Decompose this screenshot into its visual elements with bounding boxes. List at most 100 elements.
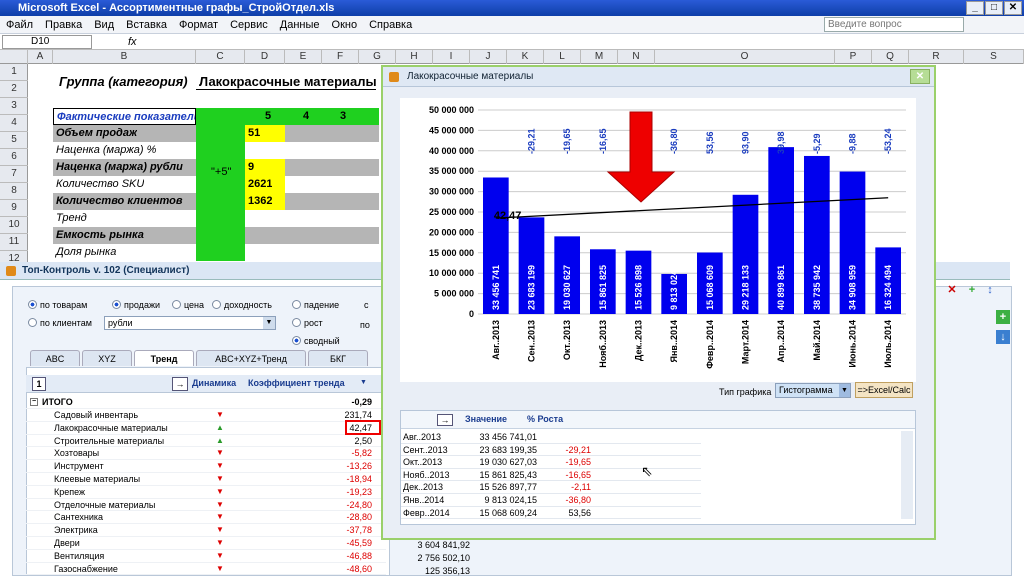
name-box[interactable]: D10: [2, 35, 92, 49]
row-header[interactable]: 4: [0, 115, 28, 132]
grid-row[interactable]: Сент..2013 23 683 199,35 -29,21: [401, 444, 701, 457]
menu-edit[interactable]: Правка: [39, 16, 88, 34]
column-header[interactable]: N: [618, 50, 655, 64]
plus-icon[interactable]: +: [966, 284, 978, 296]
column-header[interactable]: K: [507, 50, 544, 64]
help-search-input[interactable]: Введите вопрос: [824, 17, 964, 32]
close-x-icon[interactable]: ✕: [946, 284, 958, 296]
close-button[interactable]: ✕: [1004, 1, 1022, 15]
column-header[interactable]: L: [544, 50, 581, 64]
tab-bkg[interactable]: БКГ: [308, 350, 368, 366]
cell-d8[interactable]: 2621: [245, 176, 272, 193]
arrow-right-icon[interactable]: →: [437, 414, 453, 426]
currency-select[interactable]: рубли ▼: [104, 316, 276, 330]
grid-row[interactable]: Окт..2013 19 030 627,03 -19,65: [401, 456, 701, 469]
table-row[interactable]: Клеевые материалы ▼ -18,94: [26, 473, 386, 486]
corner-cell[interactable]: [0, 50, 28, 64]
column-header[interactable]: C: [196, 50, 245, 64]
tab-abc-xyz-trend[interactable]: ABC+XYZ+Тренд: [196, 350, 306, 366]
row-header[interactable]: 6: [0, 149, 28, 166]
tab-trend[interactable]: Тренд: [134, 350, 194, 366]
column-header[interactable]: S: [964, 50, 1024, 64]
column-header[interactable]: D: [245, 50, 285, 64]
group-value[interactable]: Лакокрасочные материалы: [196, 73, 376, 90]
table-row[interactable]: Сантехника ▼ -28,80: [26, 511, 386, 525]
radio-by-clients[interactable]: по клиентам: [28, 318, 92, 328]
grid-row[interactable]: Янв..2014 9 813 024,15 -36,80: [401, 494, 701, 507]
cell-d9[interactable]: 1362: [245, 193, 272, 210]
table-row[interactable]: Хозтовары ▼ -5,82: [26, 447, 386, 461]
radio-fall[interactable]: падение: [292, 300, 339, 310]
col-trend-coef[interactable]: Коэффициент тренда: [248, 378, 345, 388]
table-row[interactable]: Лакокрасочные материалы ▲ 42,47: [26, 422, 386, 435]
arrow-right-icon[interactable]: →: [172, 377, 188, 391]
minimize-button[interactable]: _: [966, 1, 984, 15]
column-header[interactable]: Q: [872, 50, 909, 64]
arrow-icon[interactable]: ↕: [984, 284, 996, 296]
chart-type-select[interactable]: Гистограмма ▼: [775, 383, 851, 398]
col-value[interactable]: Значение: [465, 414, 507, 424]
level-button[interactable]: 1: [32, 377, 46, 391]
row-header[interactable]: 11: [0, 234, 28, 251]
column-header[interactable]: G: [359, 50, 396, 64]
column-header[interactable]: F: [322, 50, 359, 64]
table-row[interactable]: Газоснабжение ▼ -48,60: [26, 563, 386, 576]
column-header[interactable]: O: [655, 50, 835, 64]
column-header[interactable]: M: [581, 50, 618, 64]
row-header[interactable]: 3: [0, 98, 28, 115]
row-header[interactable]: 5: [0, 132, 28, 149]
column-header[interactable]: H: [396, 50, 433, 64]
row-header[interactable]: 9: [0, 200, 28, 217]
sort-icon[interactable]: ▼: [360, 379, 367, 386]
row-header[interactable]: 10: [0, 217, 28, 234]
menu-view[interactable]: Вид: [88, 16, 120, 34]
table-row[interactable]: Инструмент ▼ -13,26: [26, 460, 386, 473]
radio-growth[interactable]: рост: [292, 318, 323, 328]
menu-data[interactable]: Данные: [274, 16, 326, 34]
column-header[interactable]: I: [433, 50, 470, 64]
scrollbar[interactable]: [901, 431, 913, 519]
grid-row[interactable]: Нояб..2013 15 861 825,43 -16,65: [401, 469, 701, 482]
cell-d5[interactable]: 51: [245, 125, 260, 142]
row-header[interactable]: 7: [0, 166, 28, 183]
menu-window[interactable]: Окно: [326, 16, 364, 34]
menu-help[interactable]: Справка: [363, 16, 418, 34]
table-row[interactable]: Вентиляция ▼ -46,88: [26, 550, 386, 563]
radio-price[interactable]: цена: [172, 300, 204, 310]
table-row[interactable]: Двери ▼ -45,59: [26, 537, 386, 550]
grid-row[interactable]: Авг..2013 33 456 741,01: [401, 431, 701, 444]
row-header[interactable]: 1: [0, 64, 28, 81]
grid-row[interactable]: Дек..2013 15 526 897,77 -2,11: [401, 481, 701, 494]
column-header[interactable]: E: [285, 50, 322, 64]
column-header[interactable]: B: [53, 50, 196, 64]
radio-summary[interactable]: сводный: [292, 336, 340, 346]
col-dynamics[interactable]: Динамика: [192, 378, 236, 388]
menu-insert[interactable]: Вставка: [120, 16, 173, 34]
close-button[interactable]: ✕: [910, 69, 930, 84]
radio-income[interactable]: доходность: [212, 300, 272, 310]
radio-sales[interactable]: продажи: [112, 300, 160, 310]
add-icon[interactable]: +: [996, 310, 1010, 324]
row-header[interactable]: 2: [0, 81, 28, 98]
table-row-total[interactable]: − ИТОГО -0,29: [26, 396, 386, 409]
column-header[interactable]: J: [470, 50, 507, 64]
menu-format[interactable]: Формат: [173, 16, 224, 34]
menu-tools[interactable]: Сервис: [224, 16, 274, 34]
menu-file[interactable]: Файл: [0, 16, 39, 34]
column-header[interactable]: R: [909, 50, 964, 64]
column-header[interactable]: A: [28, 50, 53, 64]
table-row[interactable]: Электрика ▼ -37,78: [26, 524, 386, 537]
maximize-button[interactable]: □: [985, 1, 1003, 15]
table-row[interactable]: Садовый инвентарь ▼ 231,74: [26, 409, 386, 422]
col-growth[interactable]: % Роста: [527, 414, 563, 424]
cell-d7[interactable]: 9: [245, 159, 254, 176]
column-header[interactable]: P: [835, 50, 872, 64]
grid-row[interactable]: Февр..2014 15 068 609,24 53,56: [401, 507, 701, 520]
tab-abc[interactable]: ABC: [30, 350, 80, 366]
row-header[interactable]: 8: [0, 183, 28, 200]
table-row[interactable]: Отделочные материалы ▼ -24,80: [26, 499, 386, 512]
radio-by-goods[interactable]: по товарам: [28, 300, 87, 310]
table-row[interactable]: Строительные материалы ▲ 2,50: [26, 435, 386, 448]
arrow-down-icon[interactable]: ↓: [996, 330, 1010, 344]
tab-xyz[interactable]: XYZ: [82, 350, 132, 366]
